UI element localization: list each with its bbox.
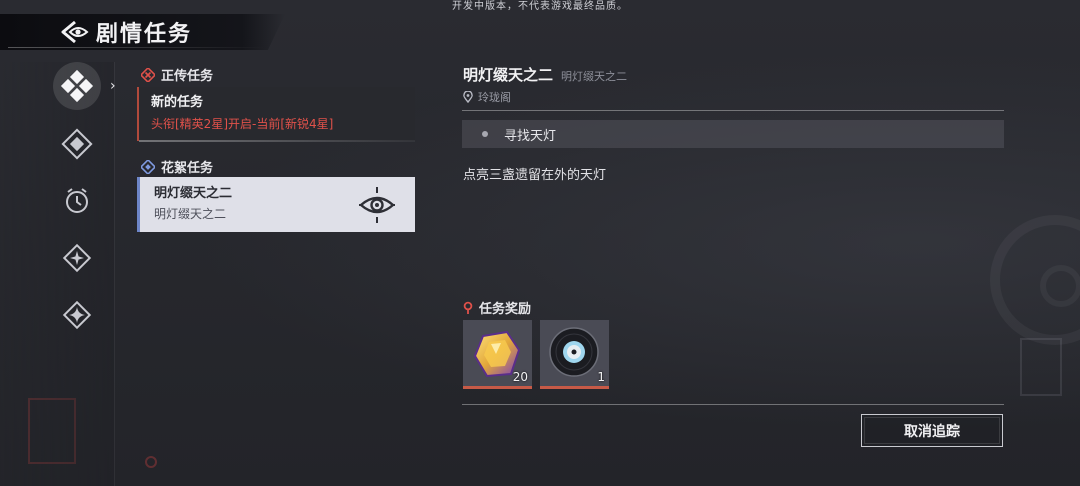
back-button[interactable] bbox=[60, 17, 90, 47]
quest-description: 点亮三盏遗留在外的天灯 bbox=[463, 168, 607, 183]
header-bar: 剧情任务 bbox=[0, 14, 285, 50]
diamond-star-icon bbox=[62, 243, 92, 273]
category-main-story[interactable] bbox=[53, 62, 101, 110]
category-sparkle[interactable] bbox=[57, 295, 97, 335]
quest-objective: 寻找天灯 bbox=[462, 120, 1004, 148]
reward-item-gem[interactable]: 20 bbox=[463, 320, 532, 389]
quest-detail-header: 明灯缀天之二 明灯缀天之二 bbox=[463, 64, 627, 85]
quest-item-side-selected[interactable]: 明灯缀天之二 明灯缀天之二 bbox=[137, 177, 415, 232]
page-title: 剧情任务 bbox=[96, 22, 193, 47]
rewards-divider bbox=[462, 404, 1004, 405]
reward-count: 20 bbox=[512, 370, 528, 384]
detail-divider bbox=[462, 110, 1004, 111]
back-eye-icon bbox=[61, 20, 89, 44]
objective-bullet-icon bbox=[482, 131, 488, 137]
seal-stamp-decoration-right bbox=[1020, 338, 1062, 396]
reward-pin-icon bbox=[463, 301, 473, 314]
four-diamond-icon bbox=[60, 69, 94, 103]
compass-diamond-icon bbox=[61, 128, 93, 160]
quest-item-main[interactable]: 新的任务 头衔[精英2星]开启-当前[新锐4星] bbox=[137, 87, 415, 142]
clock-icon bbox=[66, 188, 88, 213]
tracking-eye-icon bbox=[359, 187, 395, 223]
rewards-header: 任务奖励 bbox=[463, 298, 531, 317]
category-timed[interactable] bbox=[57, 181, 97, 221]
main-quest-section-header: 正传任务 bbox=[141, 65, 213, 84]
reward-item-disc[interactable]: 1 bbox=[540, 320, 609, 389]
rewards-label: 任务奖励 bbox=[479, 302, 532, 317]
quest-name: 新的任务 bbox=[151, 95, 204, 110]
quest-detail-title: 明灯缀天之二 bbox=[463, 66, 554, 84]
side-quest-section-label: 花絮任务 bbox=[161, 161, 214, 176]
side-quest-section-header: 花絮任务 bbox=[141, 157, 213, 176]
build-watermark: 开发中版本，不代表游戏最终品质。 bbox=[452, 1, 628, 12]
category-compass[interactable] bbox=[57, 124, 97, 164]
quest-unlock-requirement: 头衔[精英2星]开启-当前[新锐4星] bbox=[151, 117, 334, 131]
cancel-tracking-button[interactable]: 取消追踪 bbox=[861, 414, 1003, 447]
active-category-chevron-icon: › bbox=[110, 78, 116, 94]
main-quest-section-label: 正传任务 bbox=[161, 69, 214, 84]
reward-count: 1 bbox=[597, 370, 605, 384]
category-diamond[interactable] bbox=[57, 238, 97, 278]
sparkle-icon bbox=[62, 300, 92, 330]
main-quest-badge-icon bbox=[141, 67, 155, 82]
quest-location: 玲珑阁 bbox=[463, 89, 511, 105]
objective-text: 寻找天灯 bbox=[504, 128, 557, 144]
location-pin-icon bbox=[463, 91, 473, 103]
marker-dot-decoration bbox=[145, 456, 157, 468]
side-quest-badge-icon bbox=[141, 159, 155, 174]
quest-detail-subtitle: 明灯缀天之二 bbox=[561, 70, 628, 83]
quest-location-name: 玲珑阁 bbox=[478, 91, 511, 104]
